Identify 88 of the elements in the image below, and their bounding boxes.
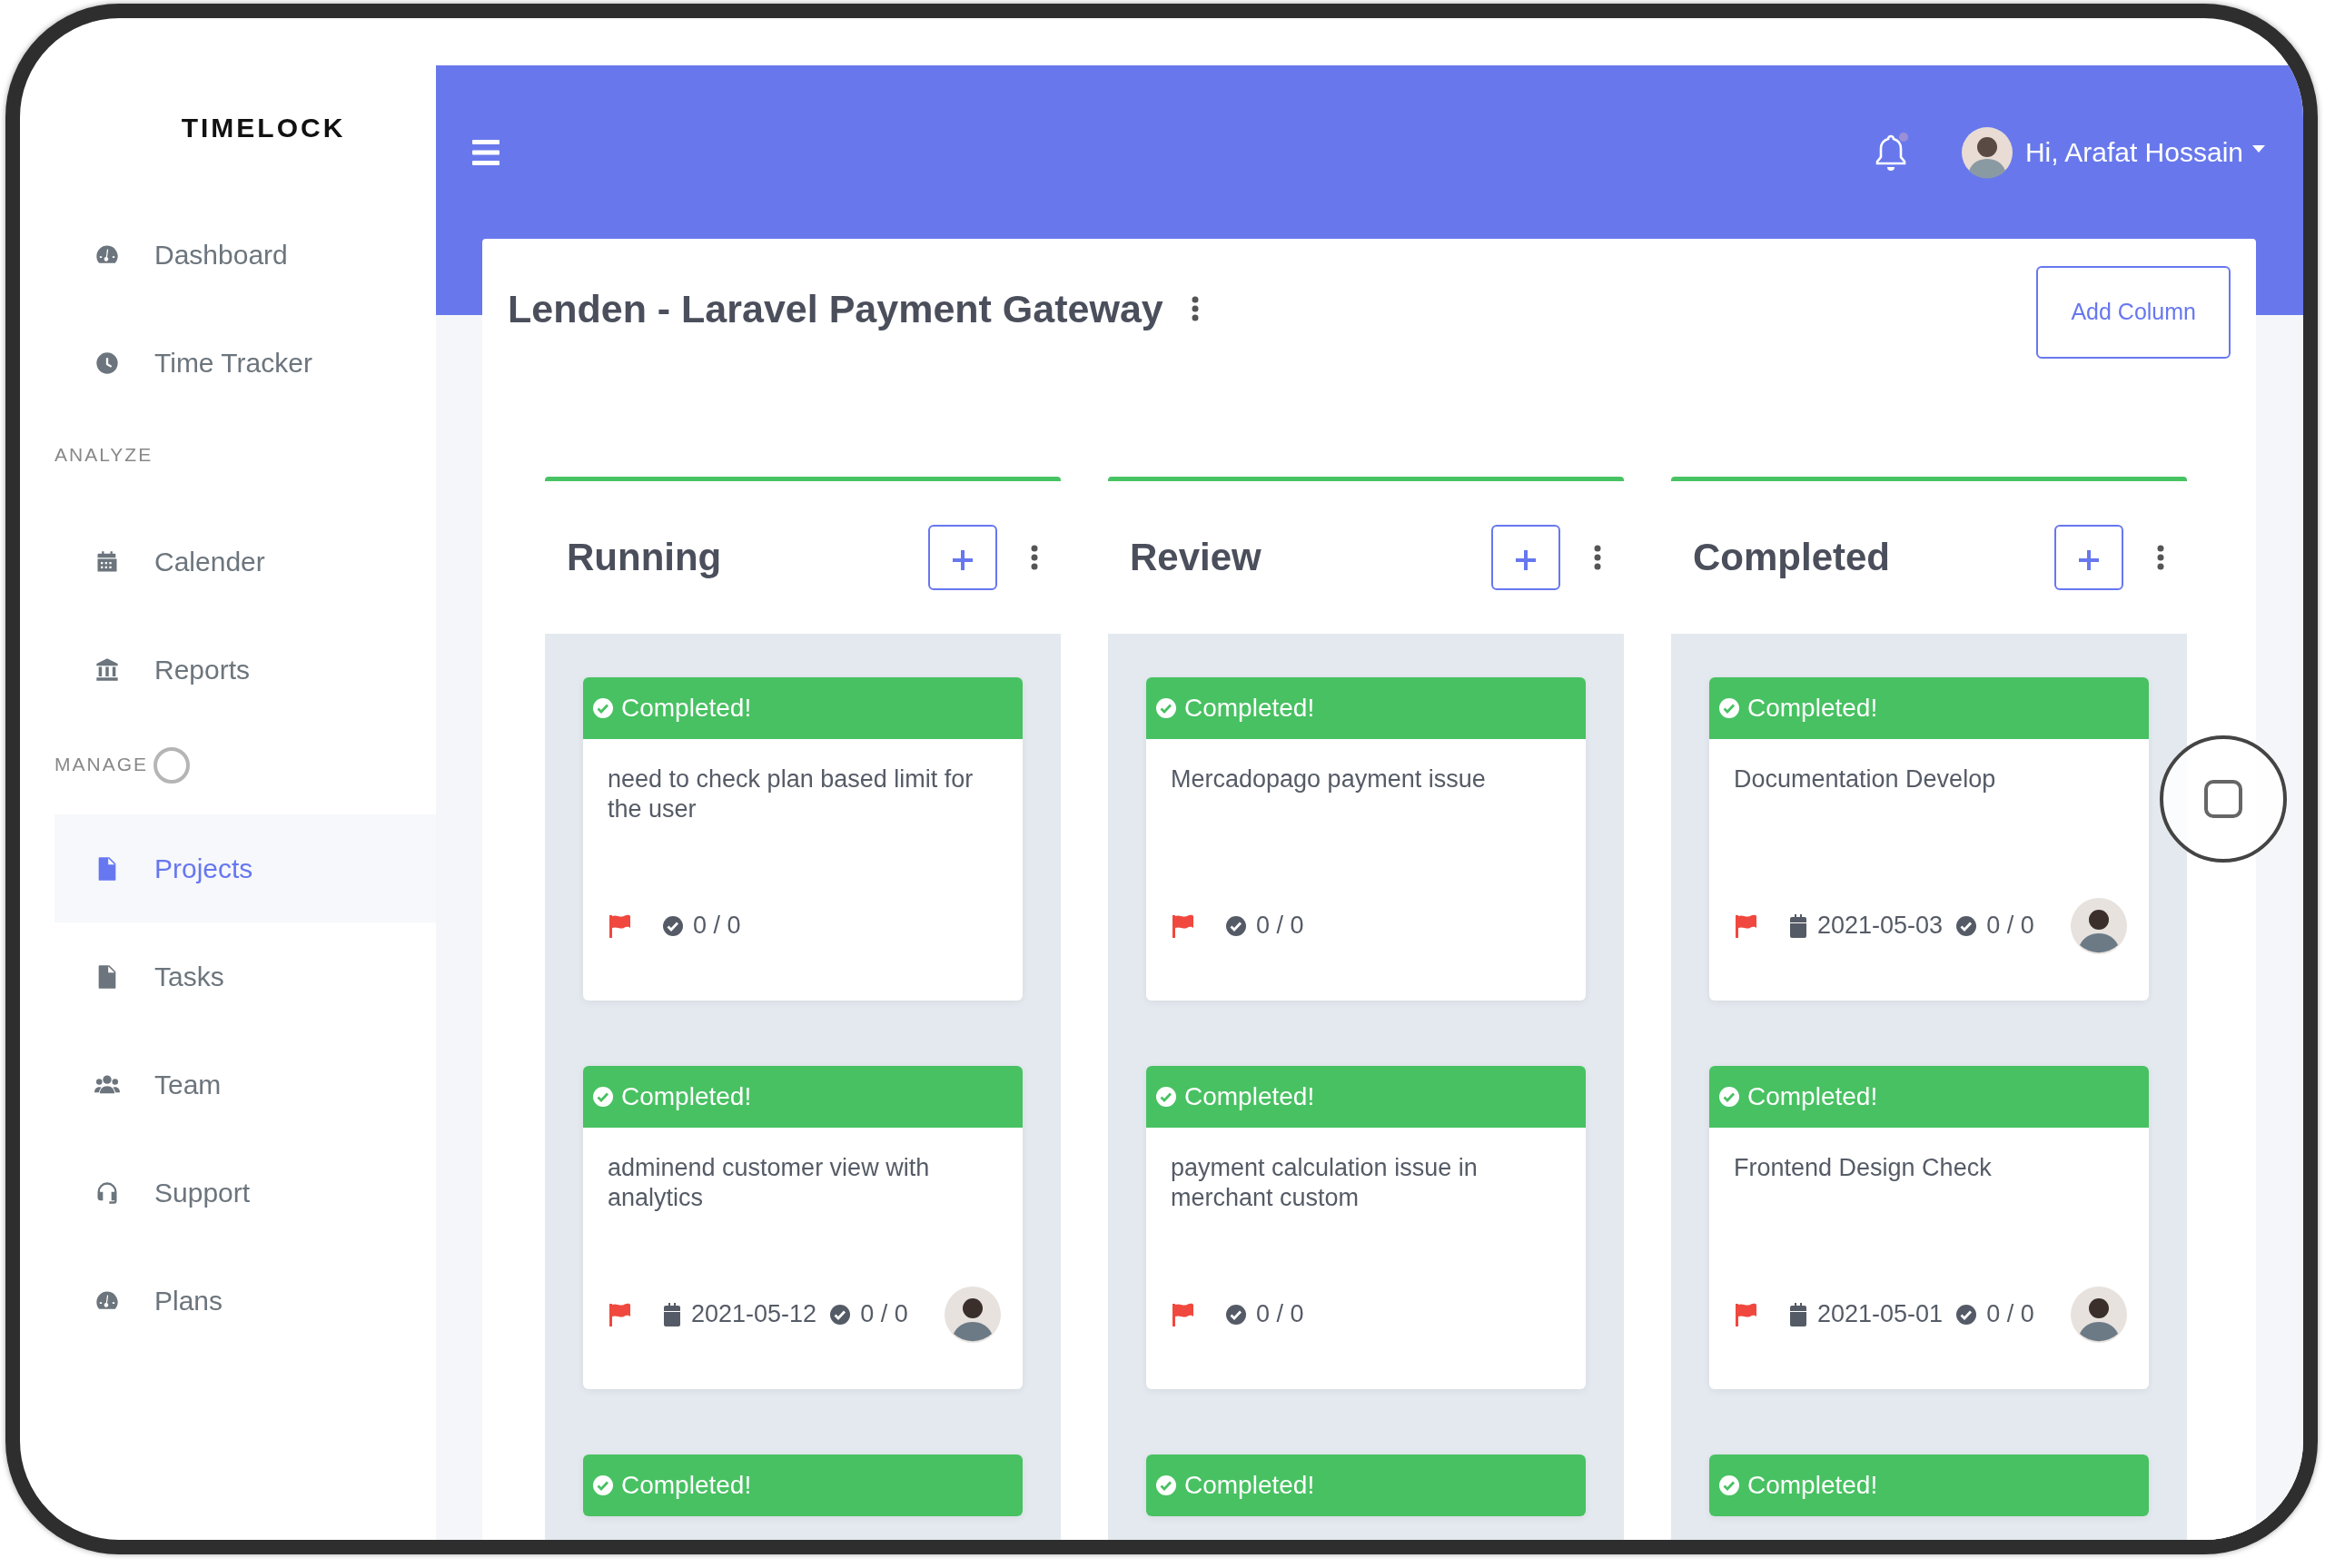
flag-icon [608, 1301, 631, 1327]
column-title: Running [567, 535, 722, 580]
sidebar-item[interactable]: Tasks [54, 922, 436, 1031]
column-title: Completed [1693, 535, 1890, 580]
section-heading: MANAGE [54, 753, 148, 774]
status-label: Completed! [1184, 692, 1315, 724]
sidebar-item[interactable]: Dashboard [54, 201, 436, 309]
plus-icon [951, 547, 975, 572]
sidebar-item[interactable]: Support [54, 1139, 436, 1247]
check-circle-icon [1718, 1474, 1740, 1496]
check-circle-icon [1155, 1474, 1177, 1496]
due-date: 2021-05-12 [691, 1299, 817, 1330]
plus-icon [1514, 547, 1538, 572]
subtask-count: 0 / 0 [860, 1299, 908, 1330]
sidebar-item[interactable]: Projects [54, 814, 436, 922]
project-title: Lenden - Laravel Payment Gateway [508, 286, 1163, 332]
due-date: 2021-05-03 [1817, 911, 1944, 942]
check-circle-icon [662, 914, 684, 937]
subtask-count: 0 / 0 [1256, 1299, 1304, 1330]
task-card[interactable]: Completed! payment calculation issue in merchant custom 0 / 0 [1146, 1065, 1586, 1389]
sidebar-item[interactable]: Plans [54, 1247, 436, 1355]
task-card[interactable]: Completed! Frontend Design Check 2021-05-01 0 / 0 [1709, 1065, 2149, 1389]
flag-icon [1734, 1301, 1757, 1327]
status-label: Completed! [621, 692, 752, 724]
calendar-icon [1788, 913, 1808, 938]
task-title: payment calculation issue in merchant custom [1170, 1152, 1479, 1214]
menu-button[interactable] [472, 137, 500, 167]
more-options-icon[interactable] [2156, 543, 2165, 571]
subtask-count: 0 / 0 [1986, 1299, 2034, 1330]
status-label: Completed! [621, 1469, 752, 1501]
app-logo: TIMELOCK [180, 112, 347, 144]
clock-icon [94, 350, 120, 376]
due-date: 2021-05-01 [1817, 1299, 1944, 1330]
check-circle-icon [1225, 914, 1247, 937]
check-circle-icon [592, 1474, 614, 1496]
subtask-count: 0 / 0 [1986, 911, 2034, 942]
flag-icon [1171, 912, 1194, 939]
flag-icon [1734, 912, 1757, 939]
touch-indicator [153, 747, 190, 784]
task-title: need to check plan based limit for the user [607, 764, 975, 825]
add-card-button[interactable] [1491, 524, 1560, 590]
sidebar-item[interactable]: Team [54, 1031, 436, 1139]
status-label: Completed! [1747, 1080, 1878, 1112]
caret-icon [2251, 143, 2267, 154]
status-label: Completed! [1184, 1469, 1315, 1501]
add-card-button[interactable] [928, 524, 997, 590]
sidebar-item[interactable]: Reports [54, 616, 436, 724]
check-circle-icon [1955, 1303, 1978, 1326]
check-circle-icon [592, 696, 614, 719]
task-card[interactable]: Completed! need to check plan based limit for the user 0 / 0 [583, 676, 1023, 1001]
status-label: Completed! [1184, 1080, 1315, 1112]
check-circle-icon [1225, 1303, 1247, 1326]
task-card[interactable]: Completed! Mercadopago payment issue 0 / 0 [1146, 676, 1586, 1001]
task-title: adminend customer view with analytics [607, 1152, 931, 1214]
task-title: Mercadopago payment issue [1170, 764, 1487, 794]
sidebar-item[interactable]: Time Tracker [54, 309, 436, 417]
status-label: Completed! [1747, 692, 1878, 724]
check-circle-icon [1718, 1085, 1740, 1108]
section-heading: ANALYZE [54, 444, 153, 465]
task-title: Documentation Develop [1733, 764, 1997, 794]
check-circle-icon [1155, 1085, 1177, 1108]
task-title: Frontend Design Check [1733, 1152, 1993, 1183]
column-title: Review [1130, 535, 1261, 580]
check-circle-icon [1955, 914, 1978, 937]
calendar-icon [1788, 1302, 1808, 1326]
more-options-icon[interactable] [1190, 295, 1200, 323]
square-icon [2203, 779, 2243, 819]
subtask-count: 0 / 0 [693, 911, 741, 942]
status-label: Completed! [621, 1080, 752, 1112]
flag-icon [608, 912, 631, 939]
task-card[interactable]: Completed! Documentation Develop 2021-05-03 0 / 0 [1709, 676, 2149, 1001]
user-menu[interactable]: Hi, Arafat Hossain [1961, 123, 2267, 182]
check-circle-icon [592, 1085, 614, 1108]
flag-icon [1171, 1301, 1194, 1327]
more-options-icon[interactable] [1593, 543, 1602, 571]
check-circle-icon [1155, 696, 1177, 719]
add-column-button[interactable]: Add Column [2036, 266, 2231, 359]
calendar-icon [662, 1302, 682, 1326]
check-circle-icon [1718, 696, 1740, 719]
more-options-icon[interactable] [1030, 543, 1039, 571]
status-label: Completed! [1747, 1469, 1878, 1501]
add-card-button[interactable] [2054, 524, 2123, 590]
subtask-count: 0 / 0 [1256, 911, 1304, 942]
plus-icon [2077, 547, 2101, 572]
sidebar-item[interactable]: Calender [54, 508, 436, 616]
bank-icon [94, 656, 120, 683]
task-card[interactable]: Completed! adminend customer view with analytics 2021-05-12 0 / 0 [583, 1065, 1023, 1389]
check-circle-icon [829, 1303, 852, 1326]
